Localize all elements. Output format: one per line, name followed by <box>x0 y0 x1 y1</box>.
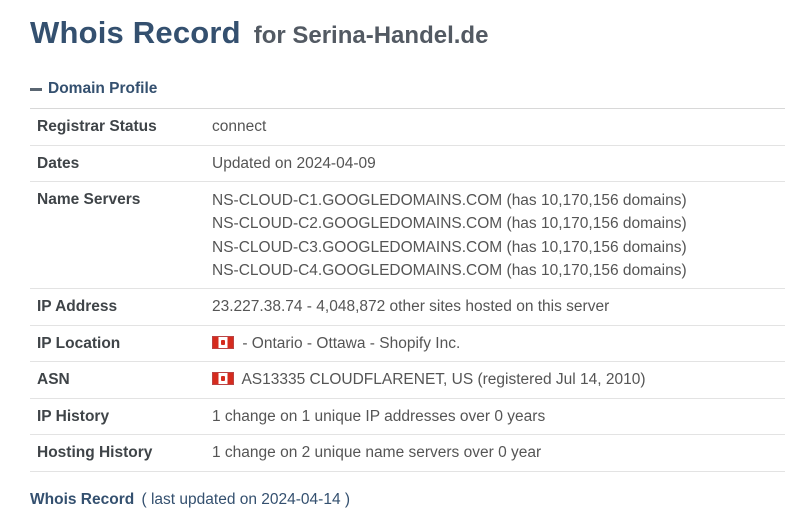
ip-history-row: IP History 1 change on 1 unique IP addre… <box>30 399 785 436</box>
canada-flag-icon <box>212 335 234 349</box>
name-server-item: NS-CLOUD-C4.GOOGLEDOMAINS.COM (has 10,17… <box>212 261 687 279</box>
whois-record-footer: Whois Record ( last updated on 2024-04-1… <box>30 491 350 509</box>
row-label: ASN <box>37 371 70 389</box>
row-label: Hosting History <box>37 444 153 462</box>
hosting-history-row: Hosting History 1 change on 2 unique nam… <box>30 435 785 472</box>
row-label: IP Location <box>37 334 121 352</box>
ip-location-text: - Ontario - Ottawa - Shopify Inc. <box>242 334 461 352</box>
registrar-status-value: connect <box>212 118 267 135</box>
row-label: IP Address <box>37 298 118 316</box>
ip-history-value: 1 change on 1 unique IP addresses over 0… <box>212 407 546 425</box>
domain-profile-toggle[interactable]: Domain Profile <box>30 80 157 98</box>
ip-address-value: 23.227.38.74 - 4,048,872 other sites hos… <box>212 298 610 316</box>
row-label: Name Servers <box>37 191 141 208</box>
asn-value: AS13335 CLOUDFLARENET, US (registered Ju… <box>212 369 646 392</box>
last-updated-text: ( last updated on 2024-04-14 ) <box>141 491 351 508</box>
canada-flag-icon <box>212 372 234 386</box>
whois-record-link[interactable]: Whois Record <box>30 491 134 508</box>
minus-icon <box>30 88 42 91</box>
row-label: IP History <box>37 407 110 425</box>
page-title-domain: for Serina-Handel.de <box>253 22 489 49</box>
row-label: Dates <box>37 154 80 172</box>
page-title-main: Whois Record <box>30 15 241 50</box>
ip-location-row: IP Location - Ontario - Ottawa - Shopify… <box>30 326 785 363</box>
name-server-item: NS-CLOUD-C1.GOOGLEDOMAINS.COM (has 10,17… <box>212 192 687 209</box>
asn-row: ASN AS13335 CLOUDFLARENET, US (registere… <box>30 362 785 399</box>
ip-location-value: - Ontario - Ottawa - Shopify Inc. <box>212 333 460 356</box>
name-server-item: NS-CLOUD-C3.GOOGLEDOMAINS.COM (has 10,17… <box>212 238 687 256</box>
registrar-status-row: Registrar Status connect <box>30 109 785 146</box>
dates-value: Updated on 2024-04-09 <box>212 154 376 172</box>
name-servers-list: NS-CLOUD-C1.GOOGLEDOMAINS.COM (has 10,17… <box>212 189 687 282</box>
asn-text: AS13335 CLOUDFLARENET, US (registered Ju… <box>241 371 646 389</box>
page-title: Whois Record for Serina-Handel.de <box>30 14 488 51</box>
name-servers-row: Name Servers NS-CLOUD-C1.GOOGLEDOMAINS.C… <box>30 182 785 290</box>
domain-profile-label: Domain Profile <box>48 80 158 97</box>
domain-profile-table: Registrar Status connect Dates Updated o… <box>30 108 785 472</box>
dates-row: Dates Updated on 2024-04-09 <box>30 146 785 182</box>
name-server-item: NS-CLOUD-C2.GOOGLEDOMAINS.COM (has 10,17… <box>212 215 687 233</box>
row-label: Registrar Status <box>37 118 157 135</box>
ip-address-row: IP Address 23.227.38.74 - 4,048,872 othe… <box>30 289 785 326</box>
hosting-history-value: 1 change on 2 unique name servers over 0… <box>212 444 542 462</box>
